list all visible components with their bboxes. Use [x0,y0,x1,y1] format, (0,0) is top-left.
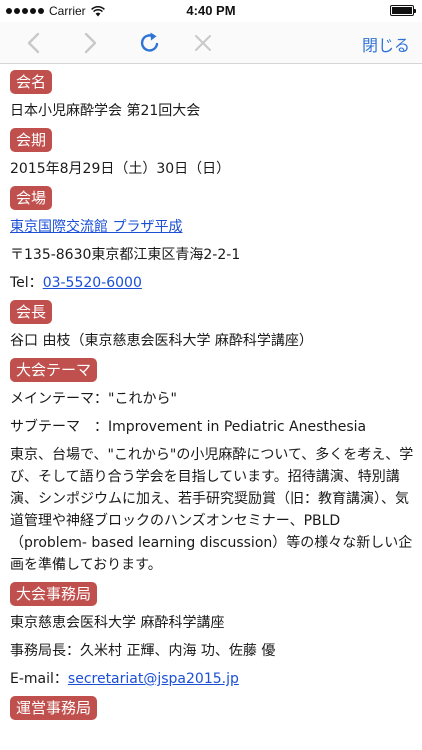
section-kaijo: 会場 東京国際交流館 プラザ平成 〒135-8630東京都江東区青海2-2-1 … [10,180,422,294]
battery-icon [390,5,416,16]
section-label-theme: 大会テーマ [10,358,98,382]
back-button[interactable] [20,30,46,56]
secretariat-email-line: E-mail：secretariat@jspa2015.jp [10,668,422,690]
secretariat-org: 東京慈恵会医科大学 麻酔科学講座 [10,615,225,631]
browser-toolbar: 閉じる [0,22,422,64]
venue-tel-line: Tel：03-5520-6000 [10,272,422,294]
section-label-jimukyoku: 大会事務局 [10,582,98,606]
stop-button[interactable] [190,30,216,56]
event-detail-content: 会名 日本小児麻酔学会 第21回大会 会期 2015年8月29日（土）30日（日… [0,64,422,750]
president-name: 谷口 由枝（東京慈恵会医科大学 麻酔科学講座） [10,333,313,349]
event-name: 日本小児麻酔学会 第21回大会 [10,103,201,119]
theme-description: 東京、台場で、"これから"の小児麻酔について、多くを考え、学び、そして語り合う学… [10,447,414,573]
tel-prefix: Tel： [10,275,43,291]
venue-line: 東京国際交流館 プラザ平成 [10,216,422,238]
event-date: 2015年8月29日（土）30日（日） [10,161,231,177]
close-button[interactable]: 閉じる [362,32,410,56]
reload-icon [140,32,159,52]
status-time: 4:40 PM [186,3,236,18]
venue-address: 〒135-8630東京都江東区青海2-2-1 [10,247,241,263]
email-prefix: E-mail： [10,671,68,687]
secretariat-staff: 事務局長：久米村 正輝、内海 功、佐藤 優 [10,643,276,659]
section-label-kaijo: 会場 [10,186,53,210]
section-kaiki: 会期 2015年8月29日（土）30日（日） [10,122,422,180]
reload-button[interactable] [137,30,163,56]
section-theme: 大会テーマ メインテーマ："これから" サブテーマ ：Improvement i… [10,352,422,576]
section-jimukyoku: 大会事務局 東京慈恵会医科大学 麻酔科学講座 事務局長：久米村 正輝、内海 功、… [10,576,422,690]
status-bar: Carrier 4:40 PM [0,0,422,22]
chevron-right-icon [84,32,97,54]
close-icon [195,35,211,51]
tel-link[interactable]: 03-5520-6000 [43,275,142,291]
email-link[interactable]: secretariat@jspa2015.jp [68,671,239,687]
section-label-kaiki: 会期 [10,128,53,152]
section-label-kaicho: 会長 [10,300,53,324]
forward-button[interactable] [78,30,104,56]
sub-theme: サブテーマ ：Improvement in Pediatric Anesthes… [10,419,367,435]
section-unei: 運営事務局 [10,690,422,720]
section-label-kaimei: 会名 [10,70,53,94]
venue-link[interactable]: 東京国際交流館 プラザ平成 [10,219,182,235]
section-label-unei: 運営事務局 [10,696,98,720]
section-kaimei: 会名 日本小児麻酔学会 第21回大会 [10,64,422,122]
main-theme: メインテーマ："これから" [10,391,177,407]
section-kaicho: 会長 谷口 由枝（東京慈恵会医科大学 麻酔科学講座） [10,294,422,352]
chevron-left-icon [27,32,40,54]
